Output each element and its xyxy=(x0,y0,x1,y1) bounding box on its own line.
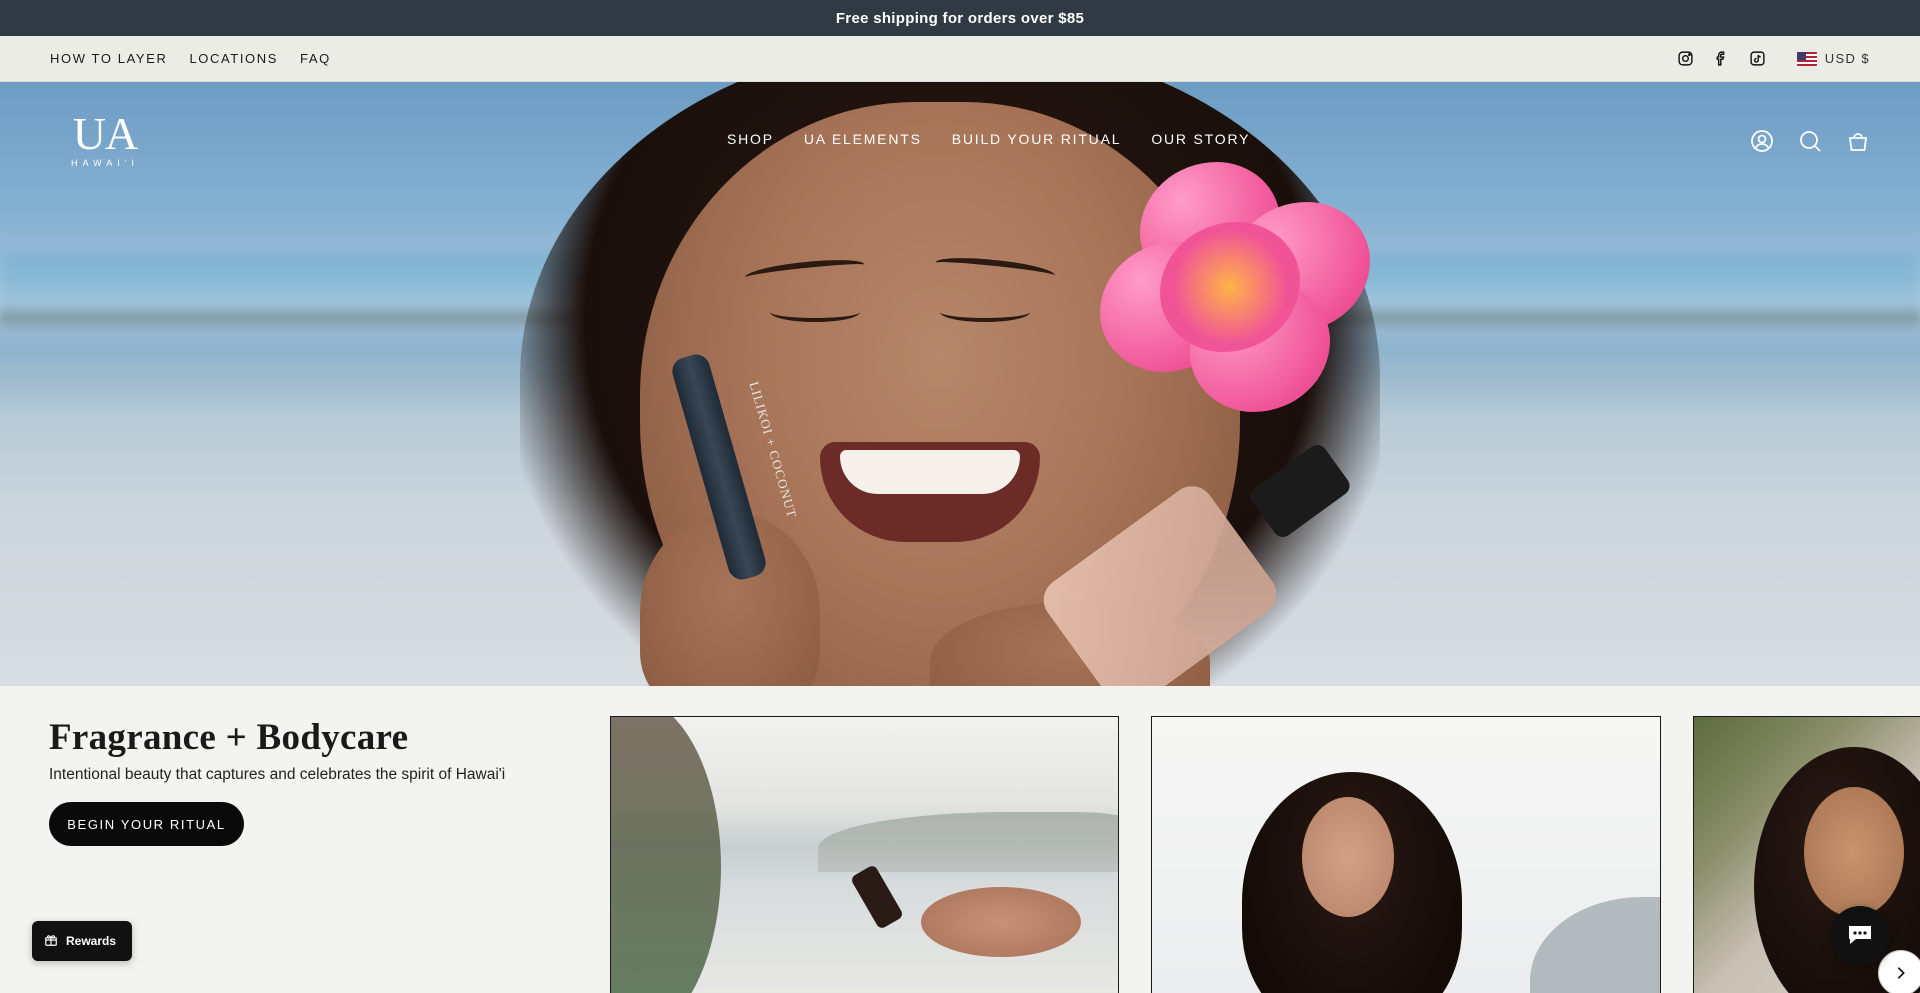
card-hill xyxy=(1530,897,1660,993)
tiktok-icon[interactable] xyxy=(1749,50,1767,68)
collection-subtitle: Intentional beauty that captures and cel… xyxy=(49,766,506,783)
site-logo[interactable]: UA HAWAI'I xyxy=(62,108,148,169)
instagram-icon[interactable] xyxy=(1677,50,1695,68)
currency-label: USD $ xyxy=(1824,51,1870,66)
currency-selector[interactable]: USD $ xyxy=(1796,51,1870,66)
primary-nav: SHOP UA ELEMENTS BUILD YOUR RITUAL OUR S… xyxy=(727,131,1250,147)
announcement-text: Free shipping for orders over $85 xyxy=(835,9,1085,27)
carousel-next-button[interactable] xyxy=(1878,950,1920,993)
announcement-bar: Free shipping for orders over $85 xyxy=(0,0,1920,36)
collection-card[interactable] xyxy=(1151,716,1661,993)
card-person xyxy=(611,717,721,993)
nav-shop[interactable]: SHOP xyxy=(727,131,774,147)
begin-your-ritual-button[interactable]: BEGIN YOUR RITUAL xyxy=(49,802,244,846)
hero-eye-left xyxy=(770,302,860,322)
account-icon[interactable] xyxy=(1750,129,1774,153)
link-faq[interactable]: FAQ xyxy=(300,51,331,66)
collection-title: Fragrance + Bodycare xyxy=(49,717,409,758)
collection-card[interactable] xyxy=(610,716,1119,993)
card-model-face xyxy=(1804,787,1904,917)
facebook-icon[interactable] xyxy=(1713,50,1731,68)
hibiscus-flower xyxy=(1100,162,1380,422)
card-hand xyxy=(921,887,1081,957)
hero-eye-right xyxy=(940,302,1030,322)
rewards-label: Rewards xyxy=(66,934,117,948)
collection-card[interactable] xyxy=(1693,716,1920,993)
logo-mark: UA xyxy=(72,108,138,159)
card-roller-bottle xyxy=(849,864,905,930)
rewards-button[interactable]: Rewards xyxy=(32,921,132,961)
chat-button[interactable] xyxy=(1830,906,1890,966)
main-header: UA HAWAI'I SHOP UA ELEMENTS BUILD YOUR R… xyxy=(0,82,1920,192)
nav-build-your-ritual[interactable]: BUILD YOUR RITUAL xyxy=(952,131,1122,147)
nav-ua-elements[interactable]: UA ELEMENTS xyxy=(804,131,922,147)
card-model-face xyxy=(1302,797,1394,917)
header-icons xyxy=(1750,129,1870,153)
utility-bar: HOW TO LAYER LOCATIONS FAQ USD $ xyxy=(0,36,1920,82)
utility-links: HOW TO LAYER LOCATIONS FAQ xyxy=(50,51,331,66)
gift-icon xyxy=(44,933,58,950)
card-hill xyxy=(818,812,1118,872)
collection-section: Fragrance + Bodycare Intentional beauty … xyxy=(0,686,1920,993)
link-how-to-layer[interactable]: HOW TO LAYER xyxy=(50,51,167,66)
logo-subtitle: HAWAI'I xyxy=(70,158,140,168)
hero-teeth xyxy=(840,450,1020,494)
cart-icon[interactable] xyxy=(1846,129,1870,153)
utility-right: USD $ xyxy=(1677,50,1870,68)
search-icon[interactable] xyxy=(1798,129,1822,153)
us-flag-icon xyxy=(1796,51,1817,66)
link-locations[interactable]: LOCATIONS xyxy=(189,51,278,66)
chat-icon xyxy=(1846,922,1874,951)
nav-our-story[interactable]: OUR STORY xyxy=(1151,131,1250,147)
